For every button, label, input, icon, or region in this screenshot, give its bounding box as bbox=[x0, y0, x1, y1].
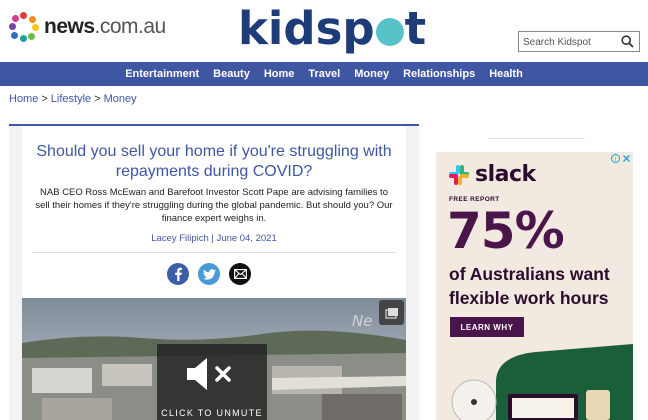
facebook-icon[interactable] bbox=[167, 263, 189, 285]
breadcrumb-money[interactable]: Money bbox=[104, 93, 137, 105]
ad-illustration bbox=[451, 344, 633, 420]
breadcrumb-separator: > bbox=[94, 93, 101, 105]
kidspot-logo-text: kidsp bbox=[238, 2, 375, 55]
email-icon[interactable] bbox=[229, 263, 251, 285]
news-logo-text: news.com.au bbox=[44, 15, 166, 39]
nav-item-travel[interactable]: Travel bbox=[308, 68, 340, 80]
breadcrumb-separator: > bbox=[41, 93, 48, 105]
ad-divider bbox=[488, 138, 585, 139]
search-input[interactable] bbox=[519, 33, 619, 52]
news-logo-main: news bbox=[44, 15, 95, 38]
nav-item-entertainment[interactable]: Entertainment bbox=[125, 68, 199, 80]
article-title: Should you sell your home if you're stru… bbox=[36, 143, 392, 180]
nav-item-home[interactable]: Home bbox=[264, 68, 295, 80]
nav-item-beauty[interactable]: Beauty bbox=[213, 68, 250, 80]
news-com-au-logo[interactable]: news.com.au bbox=[9, 12, 166, 42]
page: news.com.au kidspt Entertainment Beauty … bbox=[0, 0, 648, 420]
slack-advert[interactable]: i slack FREE REPORT 75% of Australians w… bbox=[436, 152, 633, 420]
share-buttons bbox=[167, 263, 260, 285]
article-card: Should you sell your home if you're stru… bbox=[22, 126, 406, 420]
divider bbox=[32, 252, 396, 253]
breadcrumb-lifestyle[interactable]: Lifestyle bbox=[51, 93, 91, 105]
unmute-label: CLICK TO UNMUTE bbox=[161, 408, 263, 418]
adchoices-icon[interactable]: i bbox=[611, 154, 620, 163]
news-dots-icon bbox=[9, 12, 39, 42]
article-standfirst: NAB CEO Ross McEwan and Barefoot Investo… bbox=[35, 187, 393, 224]
article-container: Should you sell your home if you're stru… bbox=[9, 124, 419, 420]
video-watermark: Ne bbox=[352, 312, 372, 330]
video-fullscreen-icon[interactable] bbox=[379, 300, 404, 325]
twitter-icon[interactable] bbox=[198, 263, 220, 285]
slack-wordmark: slack bbox=[475, 162, 536, 187]
slack-logo: slack bbox=[448, 162, 536, 187]
breadcrumb: Home > Lifestyle > Money bbox=[9, 93, 137, 105]
ad-stat: 75% bbox=[447, 202, 565, 260]
nav-item-relationships[interactable]: Relationships bbox=[403, 68, 475, 80]
ad-close-icon[interactable] bbox=[622, 154, 631, 163]
kidspot-logo-text-end: t bbox=[404, 2, 427, 55]
news-logo-domain: .com.au bbox=[94, 15, 167, 38]
video-player[interactable]: Ne CLICK TO UNMUTE bbox=[22, 298, 406, 420]
learn-why-button[interactable]: LEARN WHY bbox=[450, 317, 524, 337]
search-icon[interactable] bbox=[621, 35, 634, 53]
slack-hash-icon bbox=[449, 164, 469, 185]
article-byline[interactable]: Lacey Filipich | June 04, 2021 bbox=[32, 233, 396, 244]
ad-headline: of Australians want flexible work hours bbox=[449, 264, 610, 308]
main-nav: Entertainment Beauty Home Travel Money R… bbox=[0, 62, 648, 86]
unmute-overlay[interactable]: CLICK TO UNMUTE bbox=[157, 344, 267, 420]
kidspot-logo-dot-icon bbox=[375, 18, 404, 46]
nav-item-money[interactable]: Money bbox=[354, 68, 389, 80]
muted-speaker-icon bbox=[187, 358, 231, 390]
search-box bbox=[518, 31, 640, 52]
kidspot-logo[interactable]: kidsp t bbox=[238, 2, 426, 55]
site-header: news.com.au kidsp t bbox=[0, 0, 648, 62]
nav-item-health[interactable]: Health bbox=[489, 68, 523, 80]
ad-choices[interactable]: i bbox=[611, 154, 631, 163]
breadcrumb-home[interactable]: Home bbox=[9, 93, 38, 105]
